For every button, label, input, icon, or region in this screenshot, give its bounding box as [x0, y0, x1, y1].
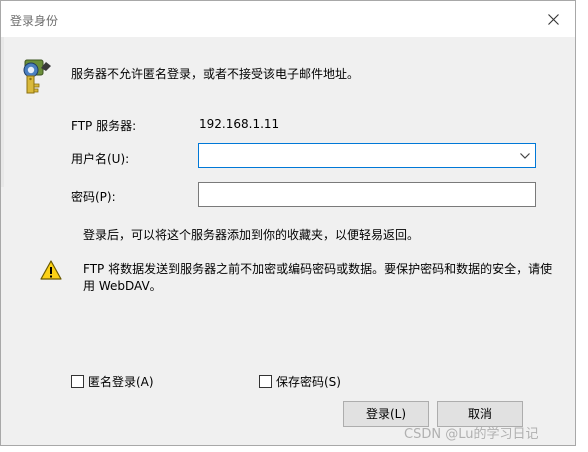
username-combobox[interactable]: [198, 143, 536, 168]
save-password-checkbox[interactable]: [259, 375, 272, 388]
username-input[interactable]: [199, 144, 511, 167]
anonymous-login-checkbox[interactable]: [71, 375, 84, 388]
username-dropdown-button[interactable]: [515, 144, 535, 167]
info-message: 服务器不允许匿名登录，或者不接受该电子邮件地址。: [71, 67, 360, 81]
title-bar: 登录身份: [1, 1, 575, 37]
username-label: 用户名(U):: [71, 152, 130, 166]
key-icon: [23, 59, 51, 94]
anonymous-login-label: 匿名登录(A): [88, 375, 154, 389]
security-warning: FTP 将数据发送到服务器之前不加密或编码密码或数据。要保护密码和数据的安全，请…: [83, 262, 553, 293]
save-password-option[interactable]: 保存密码(S): [259, 375, 349, 389]
password-field[interactable]: [198, 182, 536, 207]
window-title: 登录身份: [10, 14, 59, 28]
ftp-server-label: FTP 服务器:: [71, 119, 137, 133]
login-dialog: 登录身份 服务器不允许匿名登录，或者不接受该电子邮件地址。 FTP 服务器: 1…: [0, 0, 576, 446]
close-icon: [548, 14, 559, 25]
watermark: CSDN @Lu的学习日记: [404, 427, 539, 442]
save-password-label: 保存密码(S): [276, 375, 341, 389]
password-input[interactable]: [199, 183, 535, 206]
chevron-down-icon: [520, 153, 530, 159]
ftp-server-value: 192.168.1.11: [199, 117, 280, 131]
warning-icon: [40, 260, 62, 280]
close-button[interactable]: [533, 1, 575, 37]
password-label: 密码(P):: [71, 190, 116, 204]
anonymous-login-option[interactable]: 匿名登录(A): [71, 375, 161, 389]
favorites-note: 登录后，可以将这个服务器添加到你的收藏夹，以便轻易返回。: [83, 228, 420, 242]
window-edge: [1, 37, 4, 187]
